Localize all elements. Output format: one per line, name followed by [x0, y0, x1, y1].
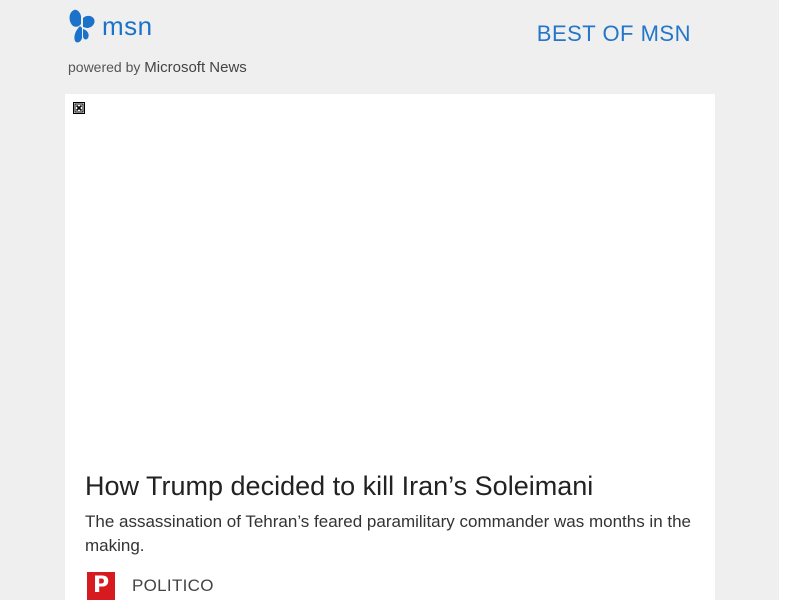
politico-logo-icon: P: [87, 572, 115, 600]
article-headline[interactable]: How Trump decided to kill Iran’s Soleima…: [85, 469, 700, 503]
article-summary: The assassination of Tehran’s feared par…: [85, 512, 692, 555]
microsoft-news-label: Microsoft News: [144, 59, 247, 76]
page-right-gutter: [779, 0, 800, 600]
broken-image-icon: [73, 102, 85, 114]
brand-wordmark: msn: [102, 11, 153, 41]
powered-by-text: powered by Microsoft News: [68, 58, 247, 77]
article-image[interactable]: [65, 94, 715, 454]
article-card[interactable]: How Trump decided to kill Iran’s Soleima…: [65, 94, 715, 600]
site-header: msn powered by Microsoft News BEST OF MS…: [0, 0, 779, 94]
msn-logo-link[interactable]: msn: [68, 8, 153, 44]
source-name: POLITICO: [132, 576, 214, 595]
powered-by-prefix: powered by: [68, 59, 141, 75]
best-of-msn-link[interactable]: BEST OF MSN: [537, 20, 691, 48]
article-source[interactable]: P POLITICO: [87, 572, 214, 600]
butterfly-icon: [69, 9, 95, 43]
